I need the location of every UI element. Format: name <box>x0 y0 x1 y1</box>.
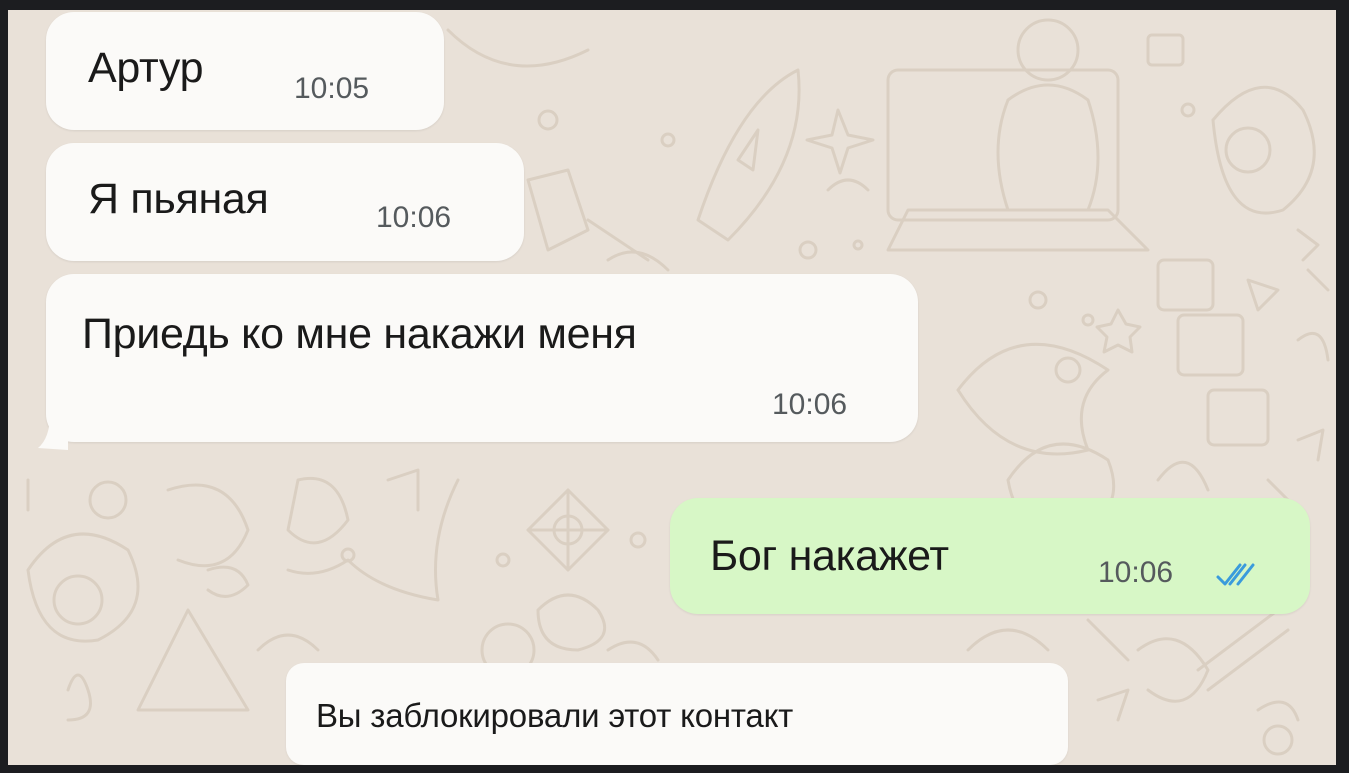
message-text: Бог накажет <box>710 532 949 580</box>
double-check-icon <box>1216 563 1255 586</box>
message-time: 10:06 <box>772 388 848 421</box>
incoming-message-bubble[interactable]: Я пьяная 10:06 <box>46 143 524 261</box>
screenshot-frame: Артур 10:05 Я пьяная 10:06 Приедь ко мне… <box>0 0 1349 773</box>
incoming-message-bubble[interactable]: Артур 10:05 <box>46 12 444 130</box>
blocked-contact-notice: Вы заблокировали этот контакт <box>286 663 1068 765</box>
message-text: Приедь ко мне накажи меня <box>82 310 637 358</box>
message-text: Артур <box>88 44 204 92</box>
bubble-tail <box>38 414 68 450</box>
incoming-message-bubble[interactable]: Приедь ко мне накажи меня 10:06 <box>46 274 918 442</box>
outgoing-message-bubble[interactable]: Бог накажет 10:06 <box>670 498 1310 614</box>
message-time: 10:06 <box>376 201 452 234</box>
notice-text: Вы заблокировали этот контакт <box>316 697 794 734</box>
message-text: Я пьяная <box>88 175 269 223</box>
chat-area[interactable]: Артур 10:05 Я пьяная 10:06 Приедь ко мне… <box>8 10 1336 765</box>
message-time: 10:05 <box>294 72 370 105</box>
message-time: 10:06 <box>1098 556 1174 589</box>
